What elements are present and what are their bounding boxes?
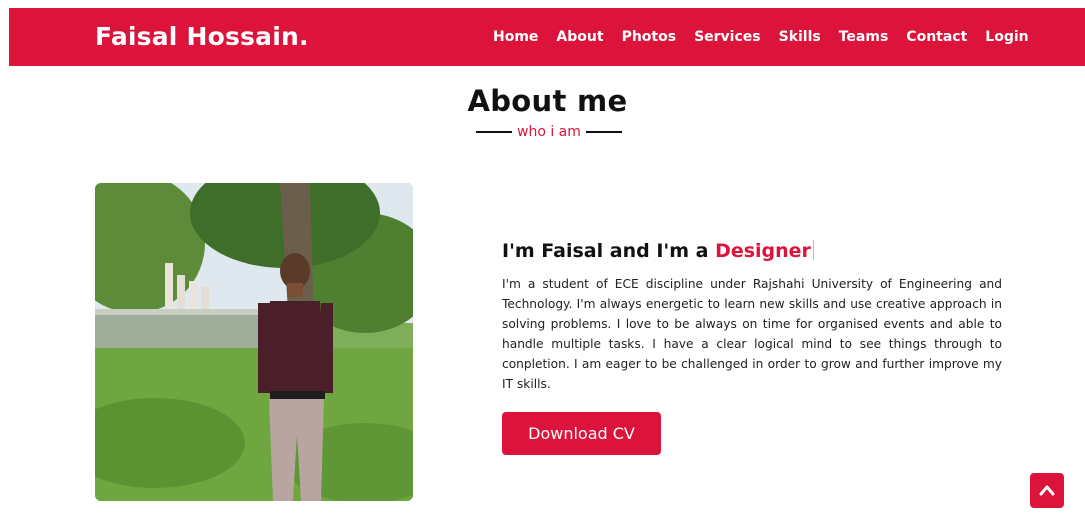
subtitle-divider-left (476, 131, 512, 133)
nav-link-about[interactable]: About (556, 29, 603, 45)
nav-link-teams[interactable]: Teams (839, 29, 889, 45)
nav-link-contact[interactable]: Contact (906, 29, 967, 45)
nav-links: Home About Photos Services Skills Teams … (493, 29, 1047, 45)
nav-link-photos[interactable]: Photos (622, 29, 677, 45)
typing-cursor (812, 240, 814, 260)
subtitle-divider-right (585, 131, 622, 133)
scroll-top-button[interactable] (1030, 473, 1064, 508)
about-heading-prefix: I'm Faisal and I'm a (502, 240, 716, 262)
about-content: I'm Faisal and I'm a Designer I'm a stud… (502, 240, 1002, 455)
nav-link-home[interactable]: Home (493, 29, 538, 45)
about-heading: I'm Faisal and I'm a Designer (502, 240, 1002, 262)
nav-link-login[interactable]: Login (985, 29, 1028, 45)
subtitle-text: who i am (517, 124, 581, 140)
about-paragraph: I'm a student of ECE discipline under Ra… (502, 277, 1002, 391)
section-title: About me (467, 84, 628, 118)
nav-link-skills[interactable]: Skills (779, 29, 821, 45)
about-heading-accent: Designer (715, 240, 811, 262)
download-cv-button[interactable]: Download CV (502, 412, 661, 455)
section-subtitle: who i am (476, 124, 622, 140)
brand-logo[interactable]: Faisal Hossain. (95, 22, 309, 51)
navbar: Faisal Hossain. Home About Photos Servic… (9, 8, 1085, 66)
profile-photo (95, 183, 413, 501)
chevron-up-icon (1039, 481, 1055, 500)
nav-link-services[interactable]: Services (694, 29, 761, 45)
